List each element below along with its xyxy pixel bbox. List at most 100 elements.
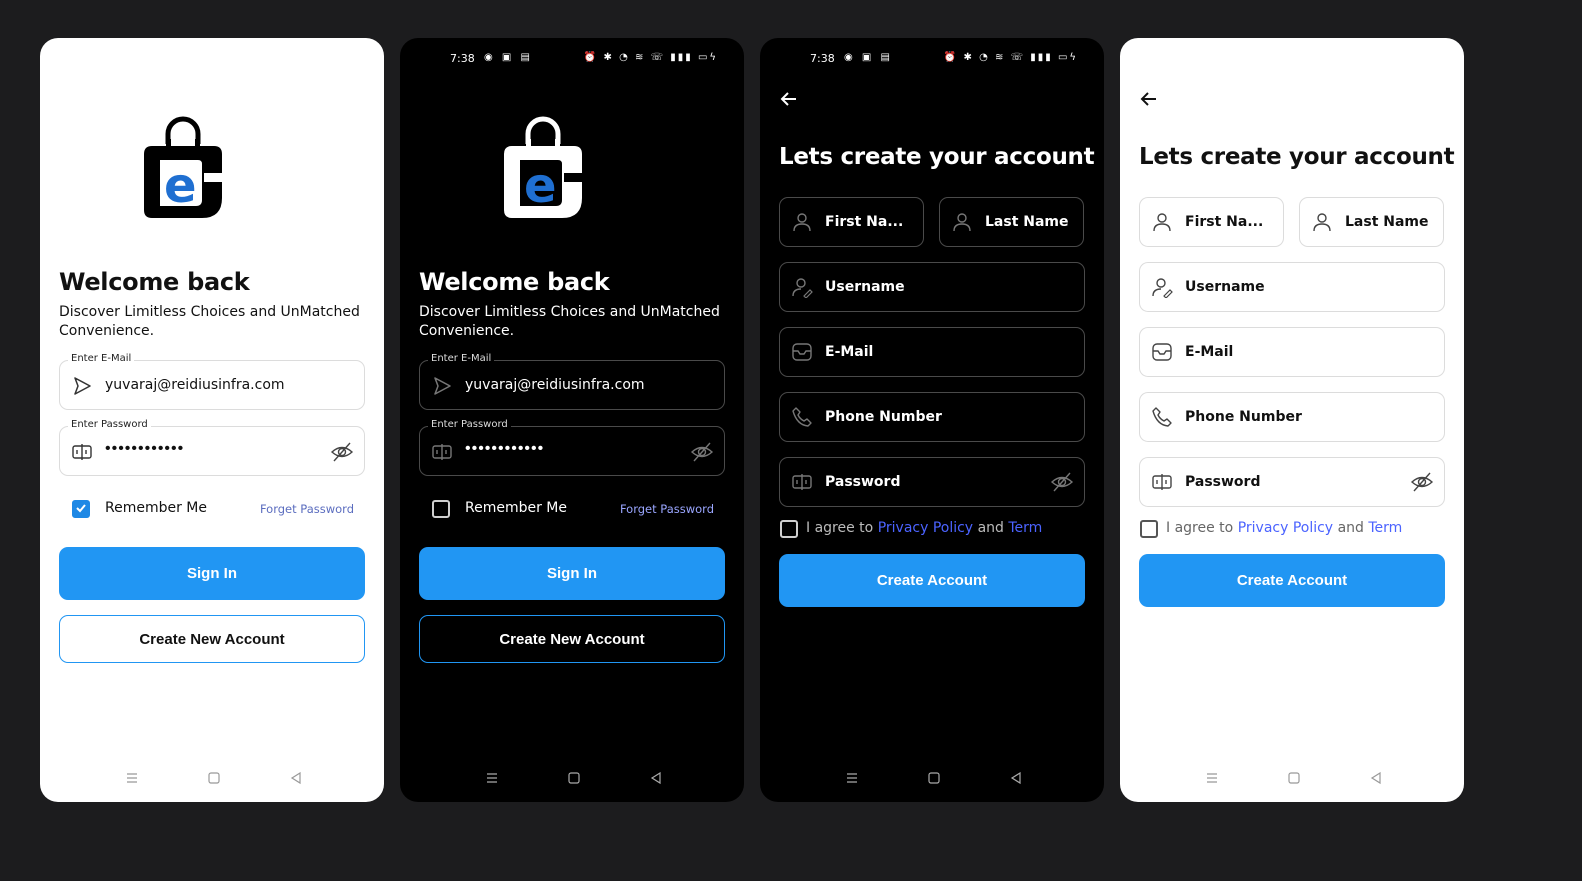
create-account-button[interactable]: Create Account xyxy=(779,554,1085,607)
user-icon xyxy=(1313,213,1331,232)
send-icon xyxy=(74,377,91,395)
email-field-label: Enter E-Mail xyxy=(68,353,135,364)
last-name-field[interactable]: Last Name xyxy=(1299,197,1444,247)
menu-icon[interactable] xyxy=(1204,770,1220,786)
eye-off-icon[interactable] xyxy=(330,441,354,463)
notification-icons: ◉ ▣ ▤ xyxy=(484,52,533,63)
key-icon xyxy=(792,474,812,490)
email-field[interactable]: E-Mail xyxy=(1139,327,1445,377)
system-status-icons: ⏰ ✱ ◔ ≋ ☏ ▮▮▮ ▭ϟ xyxy=(943,52,1078,63)
page-title: Welcome back xyxy=(59,268,250,296)
phone-field[interactable]: Phone Number xyxy=(1139,392,1445,442)
menu-icon[interactable] xyxy=(844,770,860,786)
password-field[interactable]: Enter Password •••••••••••• xyxy=(59,419,365,476)
first-name-placeholder: First Na... xyxy=(825,214,904,230)
last-name-field[interactable]: Last Name xyxy=(939,197,1084,247)
page-subtitle: Discover Limitless Choices and UnMatched… xyxy=(419,304,720,339)
username-field[interactable]: Username xyxy=(1139,262,1445,312)
email-field-label: Enter E-Mail xyxy=(428,353,495,364)
mail-icon xyxy=(1152,343,1172,361)
agree-text: I agree to Privacy Policy and Term xyxy=(1166,520,1402,536)
system-nav-bar xyxy=(1120,770,1464,790)
forget-password-link[interactable]: Forget Password xyxy=(260,502,354,516)
email-value: yuvaraj@reidiusinfra.com xyxy=(465,377,645,393)
nav-back-icon[interactable] xyxy=(1008,770,1024,786)
sign-in-button[interactable]: Sign In xyxy=(419,547,725,600)
password-field-label: Enter Password xyxy=(428,419,511,430)
menu-icon[interactable] xyxy=(124,770,140,786)
password-placeholder: Password xyxy=(825,474,901,490)
checkbox-unchecked[interactable] xyxy=(432,500,450,518)
checkbox-checked[interactable] xyxy=(72,500,90,518)
password-placeholder: Password xyxy=(1185,474,1261,490)
nav-back-icon[interactable] xyxy=(1368,770,1384,786)
email-field[interactable]: Enter E-Mail yuvaraj@reidiusinfra.com xyxy=(59,353,365,410)
page-title: Lets create your account xyxy=(1139,144,1455,170)
password-field[interactable]: Password xyxy=(1139,457,1445,507)
home-icon[interactable] xyxy=(206,770,222,786)
user-icon xyxy=(953,213,971,232)
agree-prefix: I agree to xyxy=(806,520,874,536)
email-field[interactable]: Enter E-Mail yuvaraj@reidiusinfra.com xyxy=(419,353,725,410)
phone-field[interactable]: Phone Number xyxy=(779,392,1085,442)
agree-text: I agree to Privacy Policy and Term xyxy=(806,520,1042,536)
mail-icon xyxy=(792,343,812,361)
system-status-icons: ⏰ ✱ ◔ ≋ ☏ ▮▮▮ ▭ϟ xyxy=(583,52,718,63)
email-field[interactable]: E-Mail xyxy=(779,327,1085,377)
checkbox-unchecked[interactable] xyxy=(1140,520,1158,538)
privacy-policy-link[interactable]: Privacy Policy xyxy=(1238,520,1333,536)
back-arrow-icon[interactable] xyxy=(778,88,800,110)
home-icon[interactable] xyxy=(926,770,942,786)
phone-placeholder: Phone Number xyxy=(825,409,942,425)
eye-off-icon[interactable] xyxy=(1050,471,1074,493)
sign-in-button[interactable]: Sign In xyxy=(59,547,365,600)
phone-icon xyxy=(1152,407,1172,427)
user-edit-icon xyxy=(1152,278,1173,298)
username-field[interactable]: Username xyxy=(779,262,1085,312)
signup-screen-dark: 7:38 ◉ ▣ ▤ ⏰ ✱ ◔ ≋ ☏ ▮▮▮ ▭ϟ Lets create … xyxy=(760,38,1104,802)
password-field-label: Enter Password xyxy=(68,419,151,430)
signin-screen-dark: 7:38 ◉ ▣ ▤ ⏰ ✱ ◔ ≋ ☏ ▮▮▮ ▭ϟ e Welcome ba… xyxy=(400,38,744,802)
bag-logo-icon: e xyxy=(504,116,582,218)
create-new-account-button[interactable]: Create New Account xyxy=(59,615,365,663)
privacy-policy-link[interactable]: Privacy Policy xyxy=(878,520,973,536)
key-icon xyxy=(72,444,92,460)
user-edit-icon xyxy=(792,278,813,298)
nav-back-icon[interactable] xyxy=(648,770,664,786)
user-icon xyxy=(1153,213,1171,232)
username-placeholder: Username xyxy=(1185,279,1265,295)
check-icon xyxy=(76,504,86,513)
signup-screen-light: Lets create your account First Na... Las… xyxy=(1120,38,1464,802)
svg-text:e: e xyxy=(524,158,557,214)
page-title: Lets create your account xyxy=(779,144,1095,170)
checkbox-unchecked[interactable] xyxy=(780,520,798,538)
password-field[interactable]: Enter Password •••••••••••• xyxy=(419,419,725,476)
term-link[interactable]: Term xyxy=(1008,520,1042,536)
create-new-account-button[interactable]: Create New Account xyxy=(419,615,725,663)
forget-password-link[interactable]: Forget Password xyxy=(620,502,714,516)
system-nav-bar xyxy=(400,770,744,790)
nav-back-icon[interactable] xyxy=(288,770,304,786)
first-name-placeholder: First Na... xyxy=(1185,214,1264,230)
first-name-field[interactable]: First Na... xyxy=(779,197,924,247)
eye-off-icon[interactable] xyxy=(690,441,714,463)
eye-off-icon[interactable] xyxy=(1410,471,1434,493)
agree-and: and xyxy=(977,520,1004,536)
remember-label[interactable]: Remember Me xyxy=(465,500,567,516)
svg-text:e: e xyxy=(164,158,197,214)
menu-icon[interactable] xyxy=(484,770,500,786)
username-placeholder: Username xyxy=(825,279,905,295)
agree-prefix: I agree to xyxy=(1166,520,1234,536)
term-link[interactable]: Term xyxy=(1368,520,1402,536)
phone-icon xyxy=(792,407,812,427)
first-name-field[interactable]: First Na... xyxy=(1139,197,1284,247)
status-time: 7:38 xyxy=(810,52,835,65)
remember-label[interactable]: Remember Me xyxy=(105,500,207,516)
status-bar: 7:38 ◉ ▣ ▤ ⏰ ✱ ◔ ≋ ☏ ▮▮▮ ▭ϟ xyxy=(760,50,1104,68)
back-arrow-icon[interactable] xyxy=(1138,88,1160,110)
key-icon xyxy=(1152,474,1172,490)
create-account-button[interactable]: Create Account xyxy=(1139,554,1445,607)
password-field[interactable]: Password xyxy=(779,457,1085,507)
home-icon[interactable] xyxy=(1286,770,1302,786)
home-icon[interactable] xyxy=(566,770,582,786)
